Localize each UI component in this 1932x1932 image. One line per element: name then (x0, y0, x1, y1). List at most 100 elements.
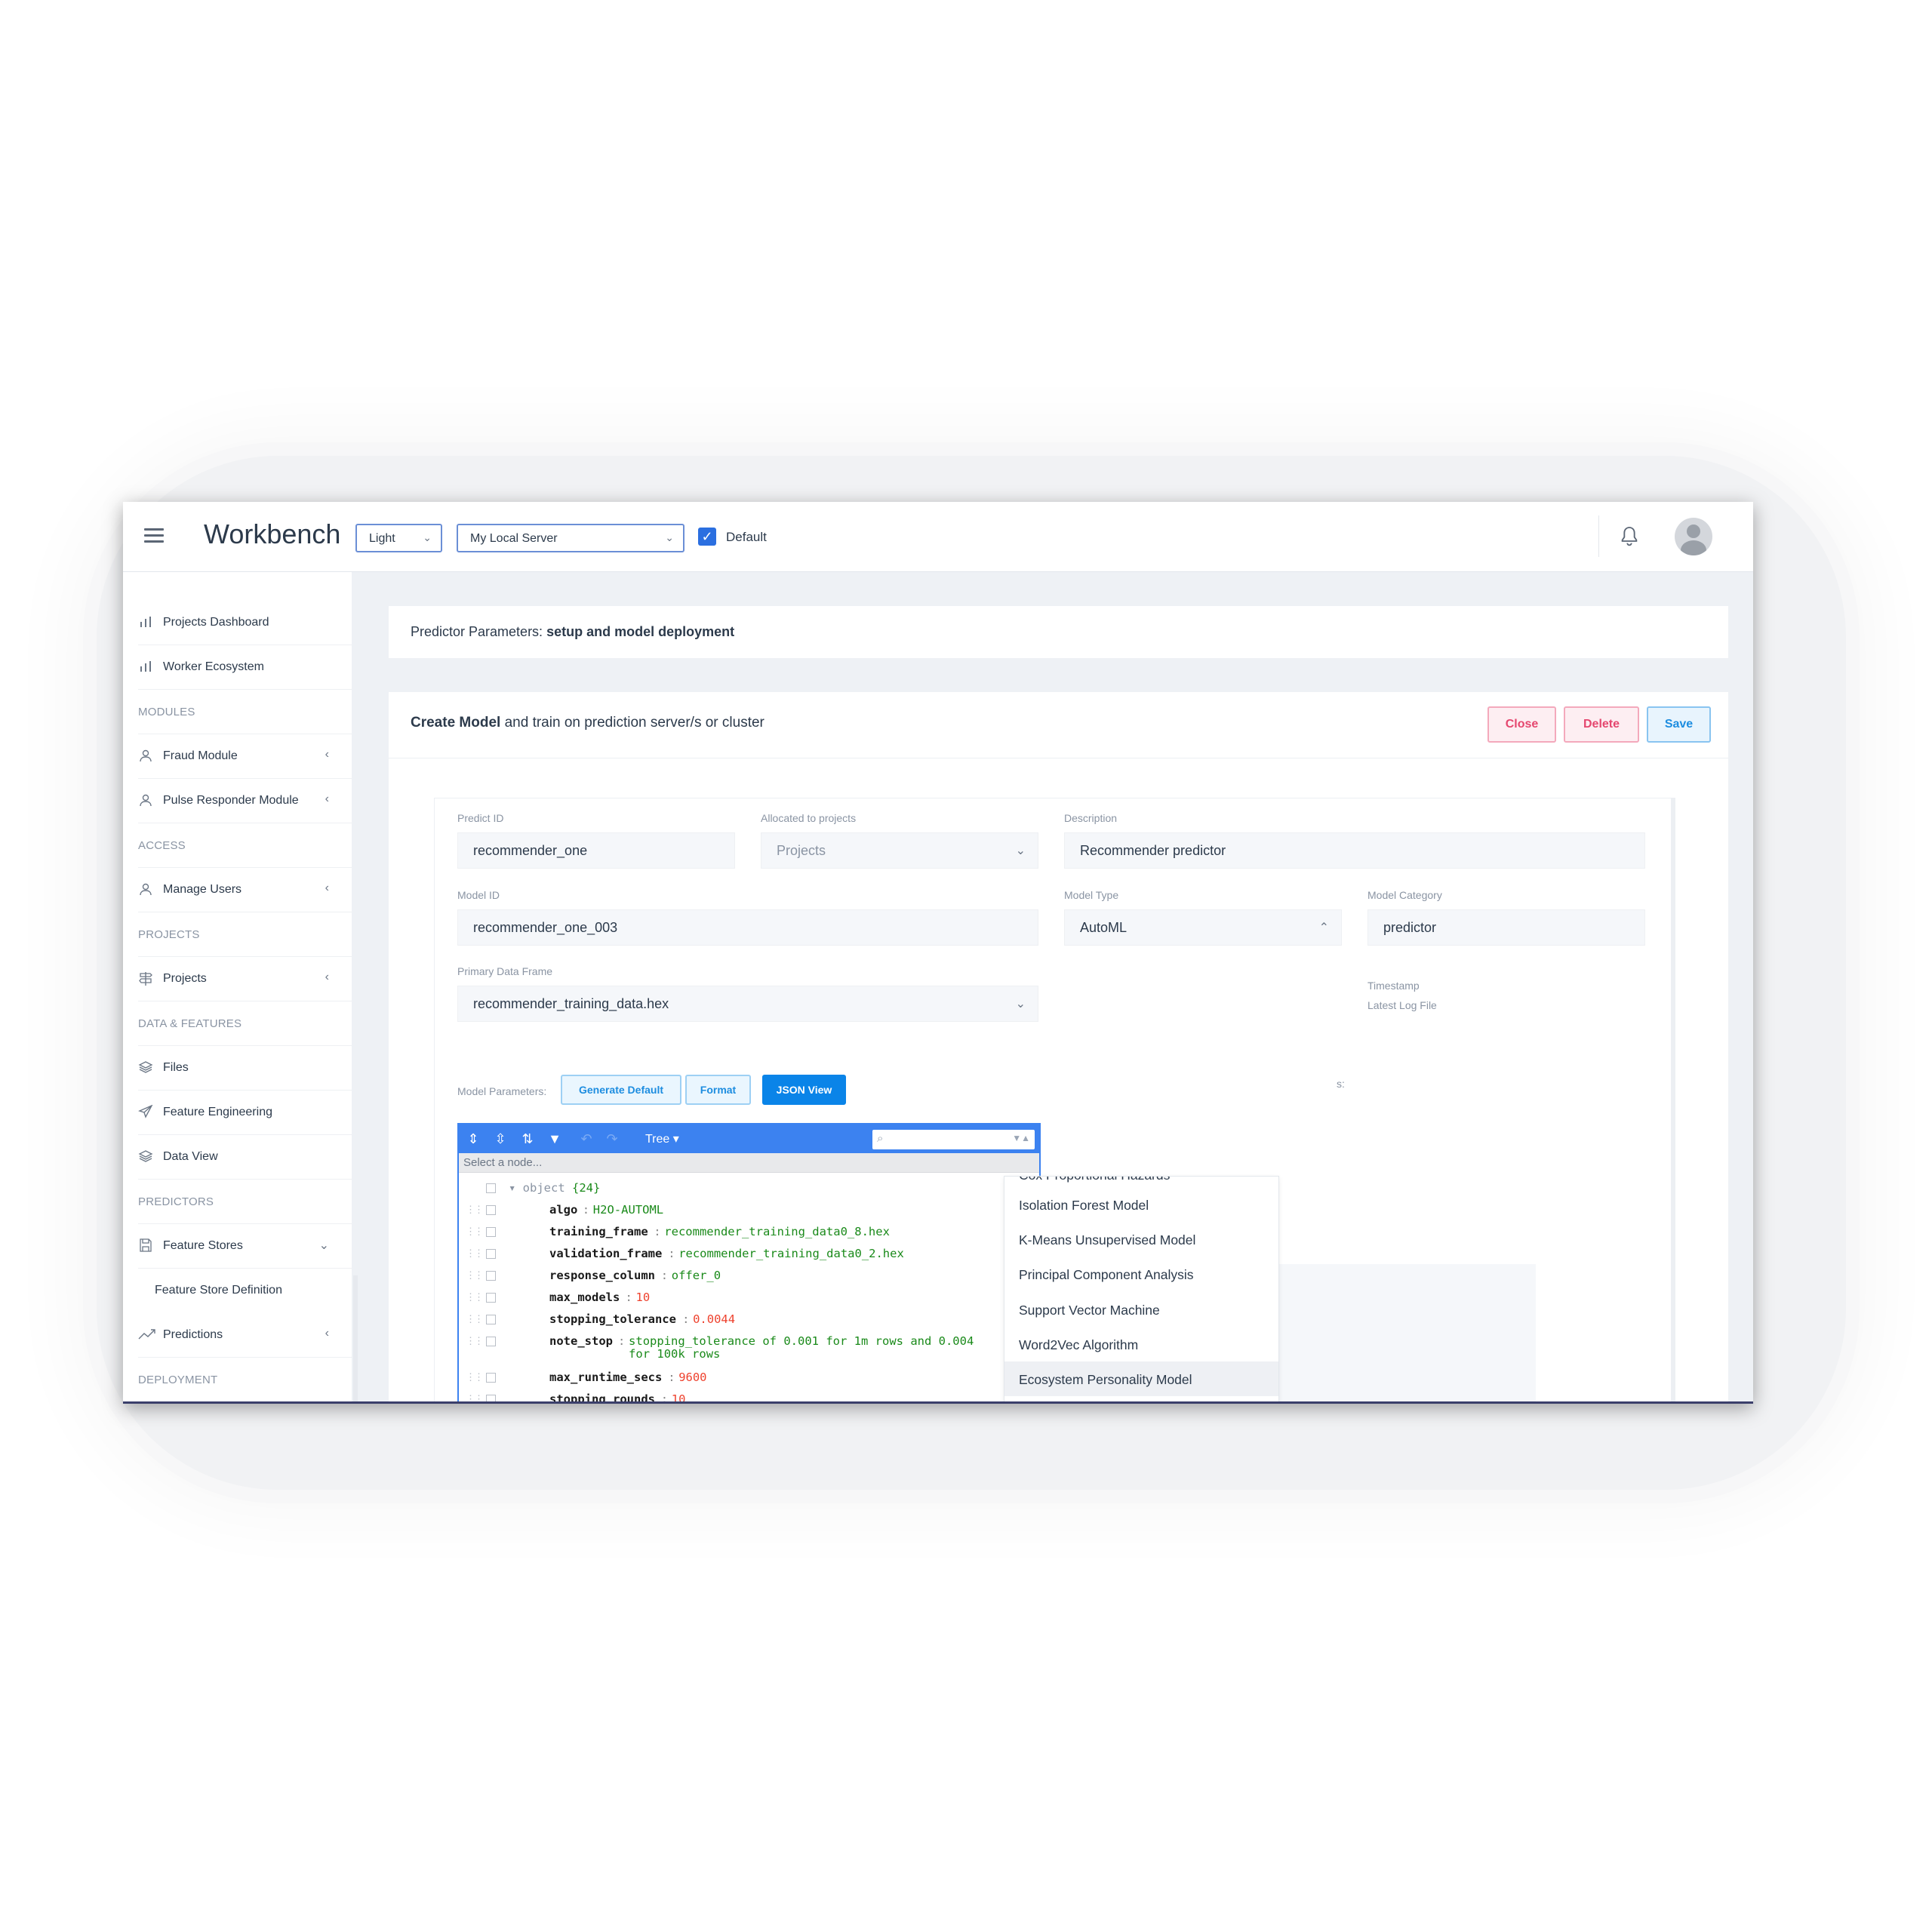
model-type-value: AutoML (1080, 920, 1128, 935)
dropdown-option[interactable]: Principal Component Analysis (1004, 1257, 1278, 1291)
filter-icon[interactable]: ▼ (546, 1131, 563, 1147)
drag-handle-icon[interactable]: ⋮⋮ (466, 1313, 484, 1326)
delete-button[interactable]: Delete (1564, 706, 1639, 743)
sidebar-item-label: Feature Store Definition (155, 1284, 282, 1297)
drag-handle-icon[interactable]: ⋮⋮ (466, 1247, 484, 1260)
undo-icon[interactable]: ↶ (578, 1131, 595, 1147)
dropdown-option[interactable]: Word2Vec Algorithm (1004, 1327, 1278, 1361)
json-value[interactable]: 10 (636, 1291, 651, 1304)
json-key[interactable]: stopping_rounds (549, 1393, 655, 1402)
json-key[interactable]: max_models (549, 1291, 620, 1304)
latest-log-label[interactable]: Latest Log File (1367, 999, 1437, 1011)
model-id-label: Model ID (457, 889, 500, 901)
dropdown-option[interactable]: Isolation Forest Model (1004, 1187, 1278, 1222)
json-key[interactable]: note_stop (549, 1335, 613, 1348)
dropdown-option[interactable]: Cox Proportional Hazards (1019, 1177, 1170, 1183)
row-checkbox[interactable] (486, 1373, 496, 1383)
search-nav-icon[interactable]: ▼▲ (1012, 1133, 1030, 1143)
json-key[interactable]: stopping_tolerance (549, 1313, 676, 1326)
json-search-input[interactable]: ⌕ ▼▲ (872, 1130, 1035, 1149)
sidebar-item-files[interactable]: Files (138, 1046, 352, 1091)
drag-handle-icon[interactable]: ⋮⋮ (466, 1269, 484, 1282)
dropdown-option[interactable]: K-Means Unsupervised Model (1004, 1222, 1278, 1257)
json-value[interactable]: stopping_tolerance of 0.001 for 1m rows … (629, 1335, 974, 1361)
json-colon: : (654, 1225, 661, 1238)
description-input[interactable]: Recommender predictor (1064, 832, 1645, 869)
row-checkbox[interactable] (486, 1227, 496, 1237)
json-value[interactable]: offer_0 (672, 1269, 721, 1282)
sidebar-item-projects-dashboard[interactable]: Projects Dashboard (138, 601, 352, 645)
row-checkbox[interactable] (486, 1395, 496, 1401)
drag-handle-icon[interactable]: ⋮⋮ (466, 1335, 484, 1348)
sidebar-item-predictions[interactable]: Predictions ‹ (138, 1313, 352, 1358)
chevron-down-icon: ⌄ (1015, 998, 1026, 1011)
close-button[interactable]: Close (1487, 706, 1556, 743)
node-navbar[interactable]: Select a node... (459, 1153, 1039, 1173)
json-key[interactable]: validation_frame (549, 1247, 662, 1260)
mode-select[interactable]: Tree ▾ (645, 1131, 679, 1146)
drag-handle-icon[interactable]: ⋮⋮ (466, 1204, 484, 1217)
avatar[interactable] (1675, 518, 1712, 555)
json-key[interactable]: algo (549, 1204, 577, 1217)
sidebar-item-data-view[interactable]: Data View (138, 1135, 352, 1180)
dropdown-option[interactable]: Support Vector Machine (1004, 1292, 1278, 1327)
sidebar-item-manage-users[interactable]: Manage Users ‹ (138, 868, 352, 912)
sidebar-scrollbar[interactable] (353, 1275, 358, 1401)
row-checkbox[interactable] (486, 1183, 496, 1193)
sidebar-item-feature-engineering[interactable]: Feature Engineering (138, 1091, 352, 1135)
row-checkbox[interactable] (486, 1315, 496, 1324)
page-title: Predictor Parameters: setup and model de… (411, 624, 735, 639)
dropdown-option[interactable]: Ecosystem Sentiment Model (1004, 1396, 1278, 1401)
sidebar-item-label: Projects Dashboard (163, 616, 269, 629)
theme-select[interactable]: Light ⌄ (355, 524, 442, 552)
server-select[interactable]: My Local Server ⌄ (457, 524, 685, 552)
default-checkbox[interactable]: ✓ (698, 528, 716, 546)
json-value[interactable]: 0.0044 (693, 1313, 735, 1326)
json-value[interactable]: 9600 (678, 1371, 706, 1384)
predict-id-input[interactable]: recommender_one (457, 832, 735, 869)
model-category-input[interactable]: predictor (1367, 909, 1645, 946)
json-view-button[interactable]: JSON View (762, 1075, 846, 1105)
drag-handle-icon[interactable]: ⋮⋮ (466, 1291, 484, 1304)
drag-handle-icon[interactable]: ⋮⋮ (466, 1226, 484, 1238)
collapse-all-icon[interactable]: ⇳ (492, 1131, 509, 1147)
drag-handle-icon[interactable]: ⋮⋮ (466, 1371, 484, 1384)
allocated-projects-select[interactable]: Projects ⌄ (761, 832, 1038, 869)
json-value[interactable]: recommender_training_data0_2.hex (678, 1247, 904, 1260)
sort-icon[interactable]: ⇅ (519, 1131, 536, 1147)
json-key[interactable]: max_runtime_secs (549, 1371, 662, 1384)
row-checkbox[interactable] (486, 1293, 496, 1303)
row-checkbox[interactable] (486, 1249, 496, 1259)
model-type-select[interactable]: AutoML ⌃ (1064, 909, 1342, 946)
sidebar-item-pulse-responder-module[interactable]: Pulse Responder Module ‹ (138, 779, 352, 823)
chevron-left-icon: ‹ (325, 1327, 329, 1340)
model-id-input[interactable]: recommender_one_003 (457, 909, 1038, 946)
expand-all-icon[interactable]: ⇕ (465, 1131, 481, 1147)
primary-frame-select[interactable]: recommender_training_data.hex ⌄ (457, 986, 1038, 1022)
json-root-node[interactable]: ▾ object {24} (509, 1182, 600, 1195)
sidebar-item-worker-ecosystem[interactable]: Worker Ecosystem (138, 645, 352, 690)
sidebar-item-feature-store-definition[interactable]: Feature Store Definition (155, 1269, 351, 1313)
sidebar-item-projects[interactable]: Projects ‹ (138, 957, 352, 1001)
json-key[interactable]: response_column (549, 1269, 655, 1282)
bell-icon[interactable] (1617, 525, 1641, 549)
json-colon: : (660, 1392, 669, 1404)
sidebar-item-feature-stores[interactable]: Feature Stores ⌄ (138, 1224, 352, 1269)
row-checkbox[interactable] (486, 1271, 496, 1281)
save-button[interactable]: Save (1647, 706, 1711, 743)
format-button[interactable]: Format (685, 1075, 751, 1105)
menu-icon[interactable] (144, 528, 164, 543)
sidebar-item-fraud-module[interactable]: Fraud Module ‹ (138, 734, 352, 779)
allocated-projects-placeholder: Projects (777, 843, 826, 858)
generate-default-button[interactable]: Generate Default (561, 1075, 681, 1105)
json-value[interactable]: H2O-AUTOML (593, 1204, 663, 1217)
drag-handle-icon[interactable]: ⋮⋮ (466, 1393, 484, 1401)
json-key[interactable]: training_frame (549, 1226, 648, 1238)
dropdown-option[interactable]: Ecosystem Personality Model (1004, 1361, 1278, 1396)
redo-icon[interactable]: ↷ (604, 1131, 620, 1147)
row-checkbox[interactable] (486, 1337, 496, 1346)
json-value[interactable]: 10 (672, 1393, 686, 1402)
json-value[interactable]: recommender_training_data0_8.hex (664, 1226, 890, 1238)
save-icon (138, 1238, 155, 1254)
row-checkbox[interactable] (486, 1205, 496, 1215)
